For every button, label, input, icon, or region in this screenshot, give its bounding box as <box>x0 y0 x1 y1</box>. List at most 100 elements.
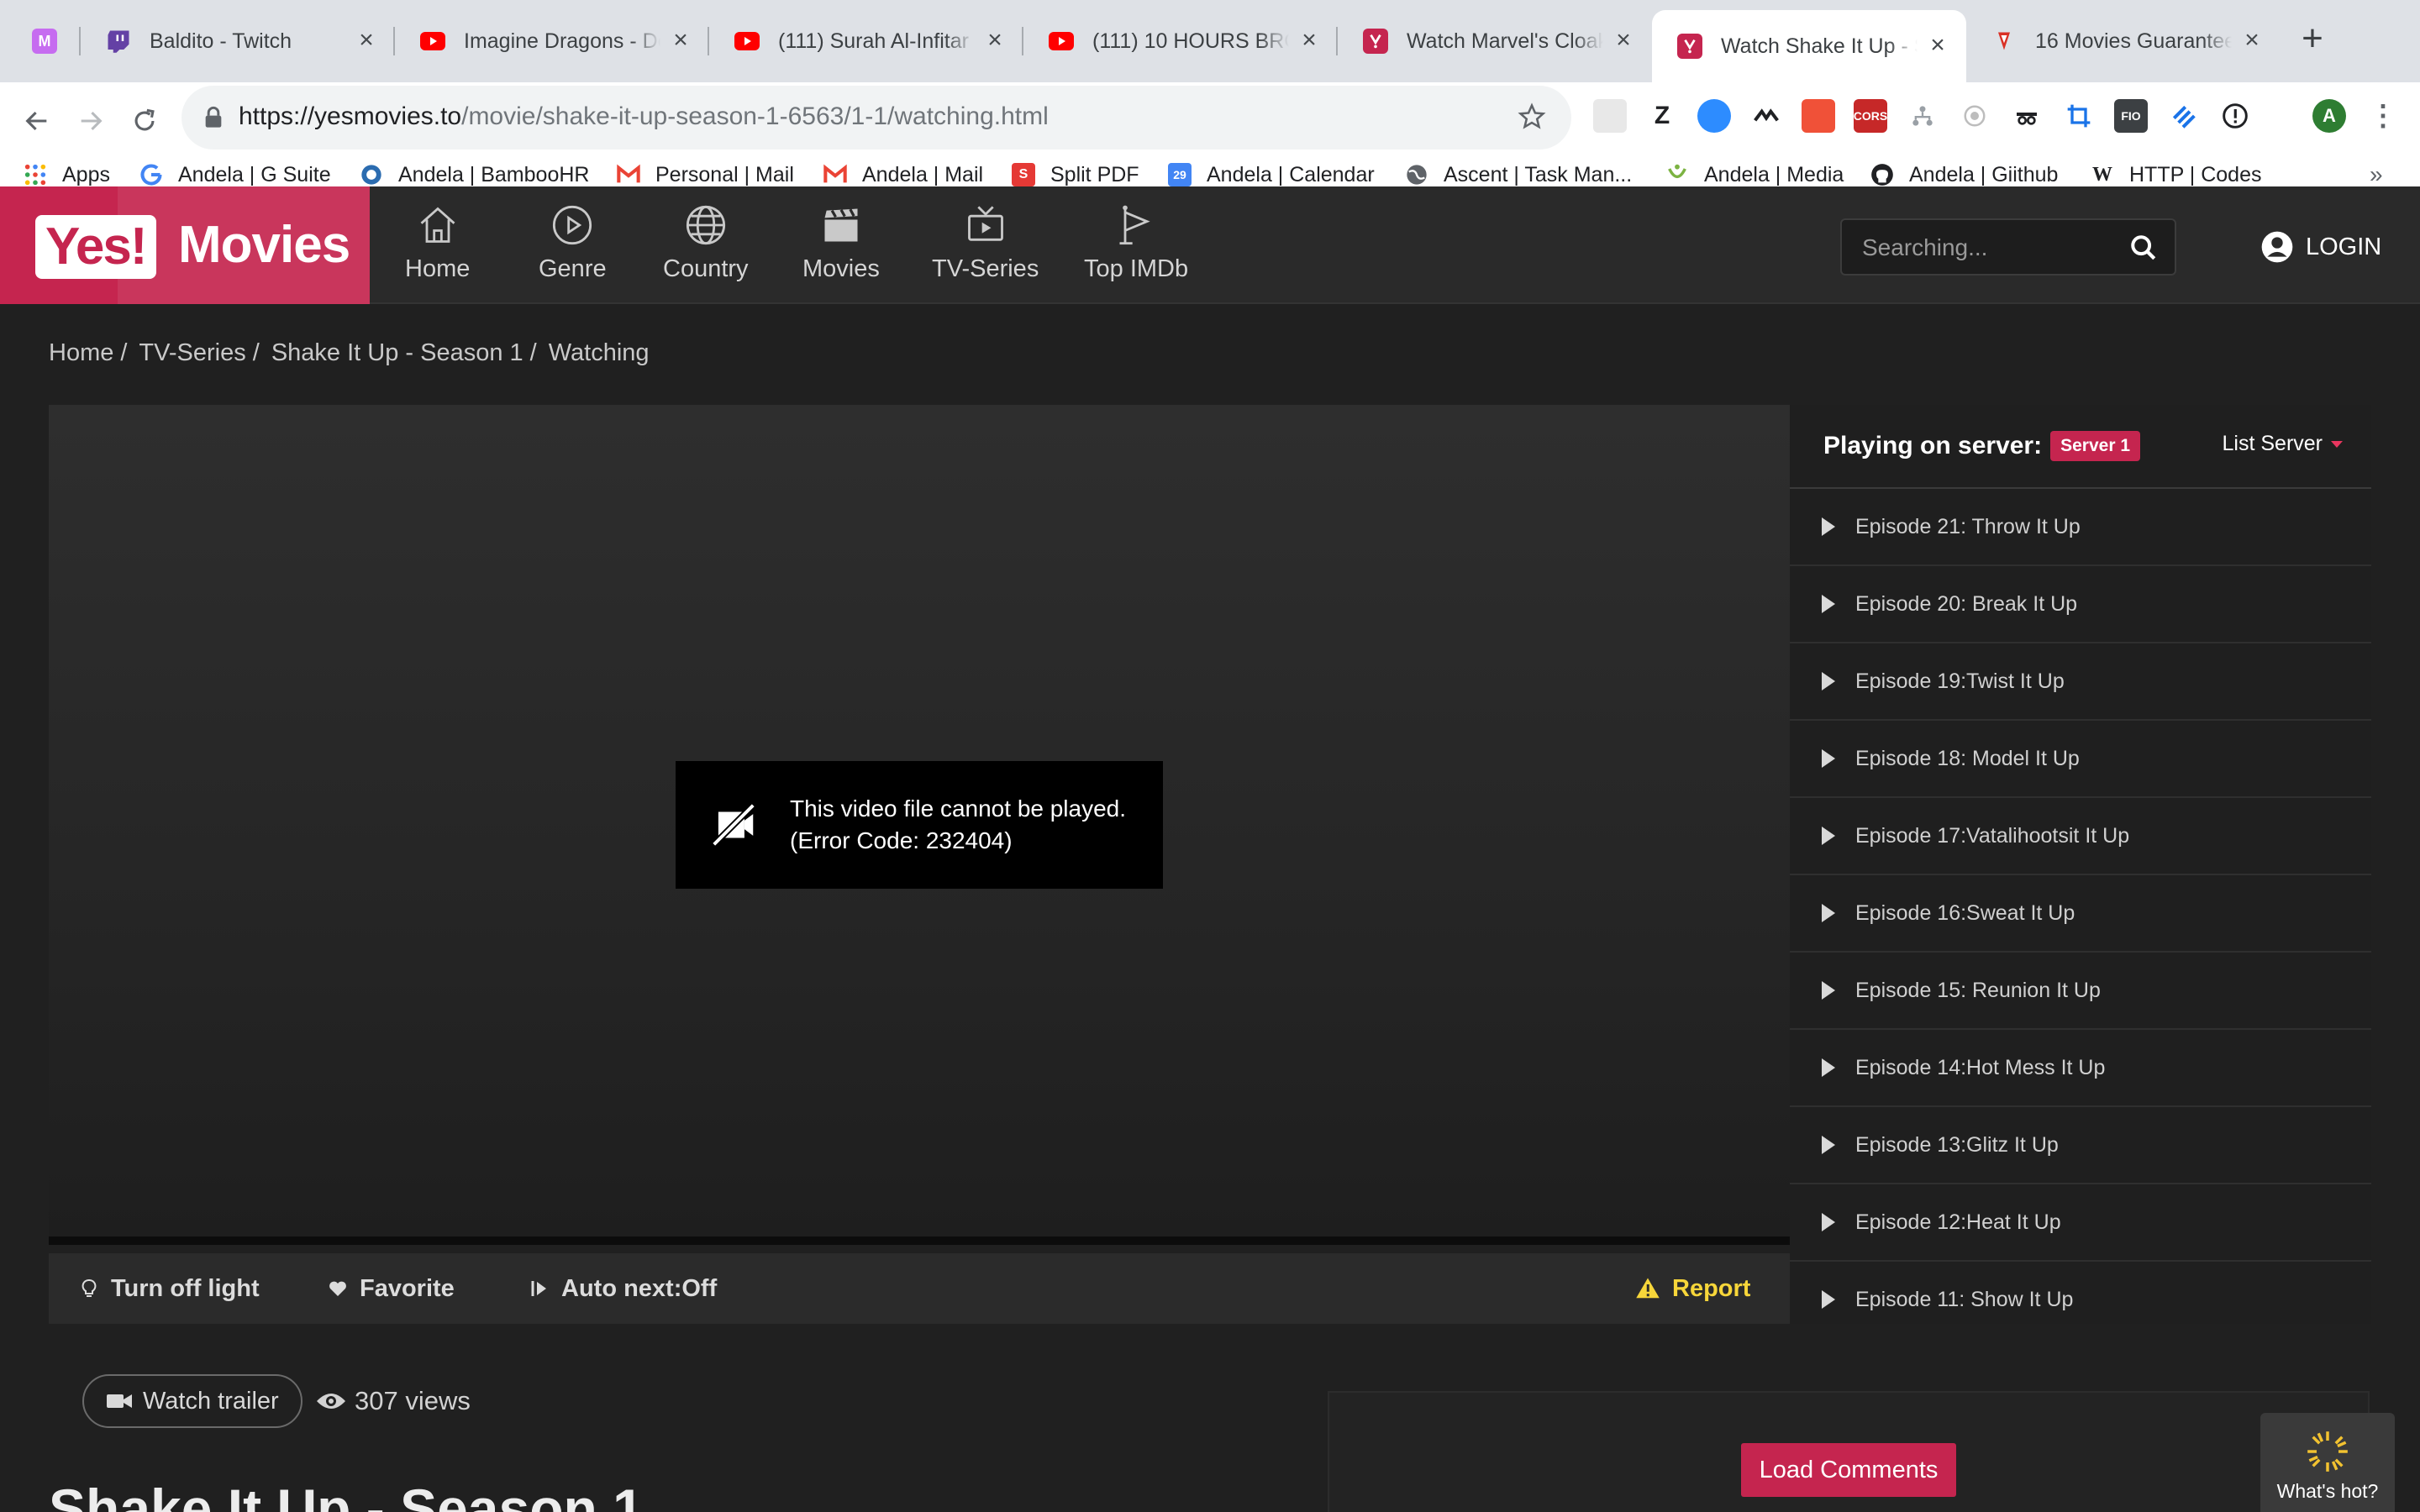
episode-title: Episode 19:Twist It Up <box>1855 669 2065 693</box>
extension-target-icon[interactable] <box>1958 99 1991 133</box>
extension-camera-icon[interactable] <box>1697 99 1731 133</box>
extension-fio-icon[interactable]: FIO <box>2114 99 2148 133</box>
bookmark-label: Andela | G Suite <box>178 162 331 186</box>
load-comments-button[interactable]: Load Comments <box>1741 1443 1956 1497</box>
episode-item[interactable]: Episode 17:Vatalihootsit It Up <box>1790 798 2371 875</box>
play-icon <box>1822 827 1835 845</box>
extension-z-icon[interactable]: Z <box>1645 99 1679 133</box>
whats-hot-widget[interactable]: What's hot? <box>2260 1413 2395 1512</box>
tab-title: Watch Shake It Up - S <box>1721 34 1918 58</box>
login-button[interactable]: LOGIN <box>2260 230 2381 264</box>
episode-item[interactable]: Episode 21: Throw It Up <box>1790 489 2371 566</box>
breadcrumb-home[interactable]: Home <box>49 339 113 367</box>
episode-item[interactable]: Episode 20: Break It Up <box>1790 566 2371 643</box>
episode-item[interactable]: Episode 19:Twist It Up <box>1790 643 2371 721</box>
episode-item[interactable]: Episode 13:Glitz It Up <box>1790 1107 2371 1184</box>
address-bar[interactable]: https://yesmovies.to/movie/shake-it-up-s… <box>182 86 1571 150</box>
turn-off-light-button[interactable]: Turn off light <box>79 1253 260 1324</box>
watch-trailer-button[interactable]: Watch trailer <box>82 1374 302 1428</box>
breadcrumb-tv-series[interactable]: TV-Series <box>139 339 245 367</box>
bookmark-star-icon[interactable] <box>1518 102 1546 131</box>
play-icon <box>1822 1213 1835 1231</box>
auto-next-toggle[interactable]: Auto next:Off <box>529 1253 717 1324</box>
close-icon[interactable]: × <box>1297 28 1321 53</box>
browser-tab[interactable]: M <box>0 13 81 69</box>
error-text: This video file cannot be played. (Error… <box>790 793 1126 857</box>
browser-tab[interactable]: (111) Surah Al-Infitar × <box>709 13 1023 69</box>
close-icon[interactable]: × <box>669 28 692 53</box>
extension-swift-icon[interactable] <box>1802 99 1835 133</box>
browser-tab[interactable]: Baldito - Twitch × <box>81 13 395 69</box>
nav-top-imdb[interactable]: Top IMDb <box>1084 203 1188 283</box>
video-player[interactable]: This video file cannot be played. (Error… <box>49 405 1790 1245</box>
close-icon[interactable]: × <box>1612 28 1635 53</box>
browser-tab[interactable]: (111) 10 HOURS BROV × <box>1023 13 1338 69</box>
extension-info-icon[interactable] <box>2218 99 2252 133</box>
bookmark-label: Andela | Media <box>1704 162 1844 186</box>
close-icon[interactable]: × <box>2240 28 2264 53</box>
video-progress-bar[interactable] <box>49 1236 1790 1245</box>
reload-button[interactable] <box>123 99 166 143</box>
site-logo[interactable]: Yes! Movies <box>0 186 370 304</box>
tab-title: 16 Movies Guarantee <box>2035 29 2232 53</box>
gmail-m-icon: M <box>32 29 57 54</box>
nav-genre[interactable]: Genre <box>539 203 607 283</box>
player-controls-bar: Turn off light Favorite Auto next:Off Re… <box>49 1253 1790 1324</box>
views-count: 307 views <box>316 1386 471 1416</box>
playing-on-server-label: Playing on server: <box>1823 432 2043 459</box>
browser-tab[interactable]: Watch Marvel's Cloak × <box>1338 13 1652 69</box>
breadcrumb-show[interactable]: Shake It Up - Season 1 <box>271 339 523 367</box>
nav-movies[interactable]: Movies <box>802 203 880 283</box>
arrow-right-icon <box>81 111 103 131</box>
youtube-icon <box>734 29 760 54</box>
episode-item[interactable]: Episode 12:Heat It Up <box>1790 1184 2371 1262</box>
search-input[interactable] <box>1862 232 2131 264</box>
episode-title: Episode 18: Model It Up <box>1855 746 2080 770</box>
nav-tv-series[interactable]: TV-Series <box>932 203 1039 283</box>
report-button[interactable]: Report <box>1635 1253 1750 1324</box>
close-icon[interactable]: × <box>355 28 378 53</box>
home-icon <box>420 207 455 243</box>
extension-wave-icon[interactable] <box>1749 99 1783 133</box>
extension-crop-icon[interactable] <box>2062 99 2096 133</box>
play-icon <box>1822 595 1835 613</box>
episode-item[interactable]: Episode 15: Reunion It Up <box>1790 953 2371 1030</box>
page-title: Shake It Up - Season 1 <box>49 1478 644 1512</box>
nav-label: Home <box>405 255 471 282</box>
play-icon <box>1822 981 1835 1000</box>
menu-kebab-icon[interactable]: ⋮ <box>2366 99 2400 133</box>
episode-item[interactable]: Episode 18: Model It Up <box>1790 721 2371 798</box>
extension-icon[interactable] <box>1593 99 1627 133</box>
url-path: /movie/shake-it-up-season-1-6563/1-1/wat… <box>461 102 1049 130</box>
play-circle-icon <box>553 205 592 245</box>
browser-tab[interactable]: Imagine Dragons - De × <box>395 13 709 69</box>
logo-movies-text: Movies <box>178 216 350 274</box>
list-server-dropdown[interactable]: List Server <box>2223 432 2343 456</box>
nav-home[interactable]: Home <box>405 203 470 283</box>
extension-stripes-icon[interactable] <box>2166 99 2200 133</box>
lock-icon <box>205 106 222 128</box>
extension-cors-icon[interactable]: CORS <box>1854 99 1887 133</box>
forward-button[interactable] <box>69 99 113 143</box>
search-icon[interactable] <box>2129 234 2158 262</box>
views-label: 307 views <box>355 1386 471 1415</box>
favorite-button[interactable]: Favorite <box>328 1253 455 1324</box>
nav-country[interactable]: Country <box>663 203 749 283</box>
skip-next-icon <box>531 1281 546 1296</box>
close-icon[interactable]: × <box>1926 33 1949 58</box>
episode-item[interactable]: Episode 14:Hot Mess It Up <box>1790 1030 2371 1107</box>
browser-tab-active[interactable]: Watch Shake It Up - S × <box>1652 10 1966 82</box>
episode-item[interactable]: Episode 16:Sweat It Up <box>1790 875 2371 953</box>
episode-title: Episode 13:Glitz It Up <box>1855 1132 2059 1157</box>
new-tab-button[interactable]: + <box>2294 20 2331 59</box>
browser-tab[interactable]: 16 Movies Guarantee × <box>1966 13 2281 69</box>
episode-item[interactable]: Episode 11: Show It Up <box>1790 1262 2371 1324</box>
profile-avatar[interactable]: A <box>2312 99 2346 133</box>
extension-incognito-icon[interactable] <box>2010 99 2044 133</box>
warning-icon <box>1636 1278 1660 1299</box>
close-icon[interactable]: × <box>983 28 1007 53</box>
extension-tree-icon[interactable] <box>1906 99 1939 133</box>
nav-label: Genre <box>539 255 607 282</box>
back-button[interactable] <box>15 99 59 143</box>
server-badge: Server 1 <box>2050 431 2141 461</box>
